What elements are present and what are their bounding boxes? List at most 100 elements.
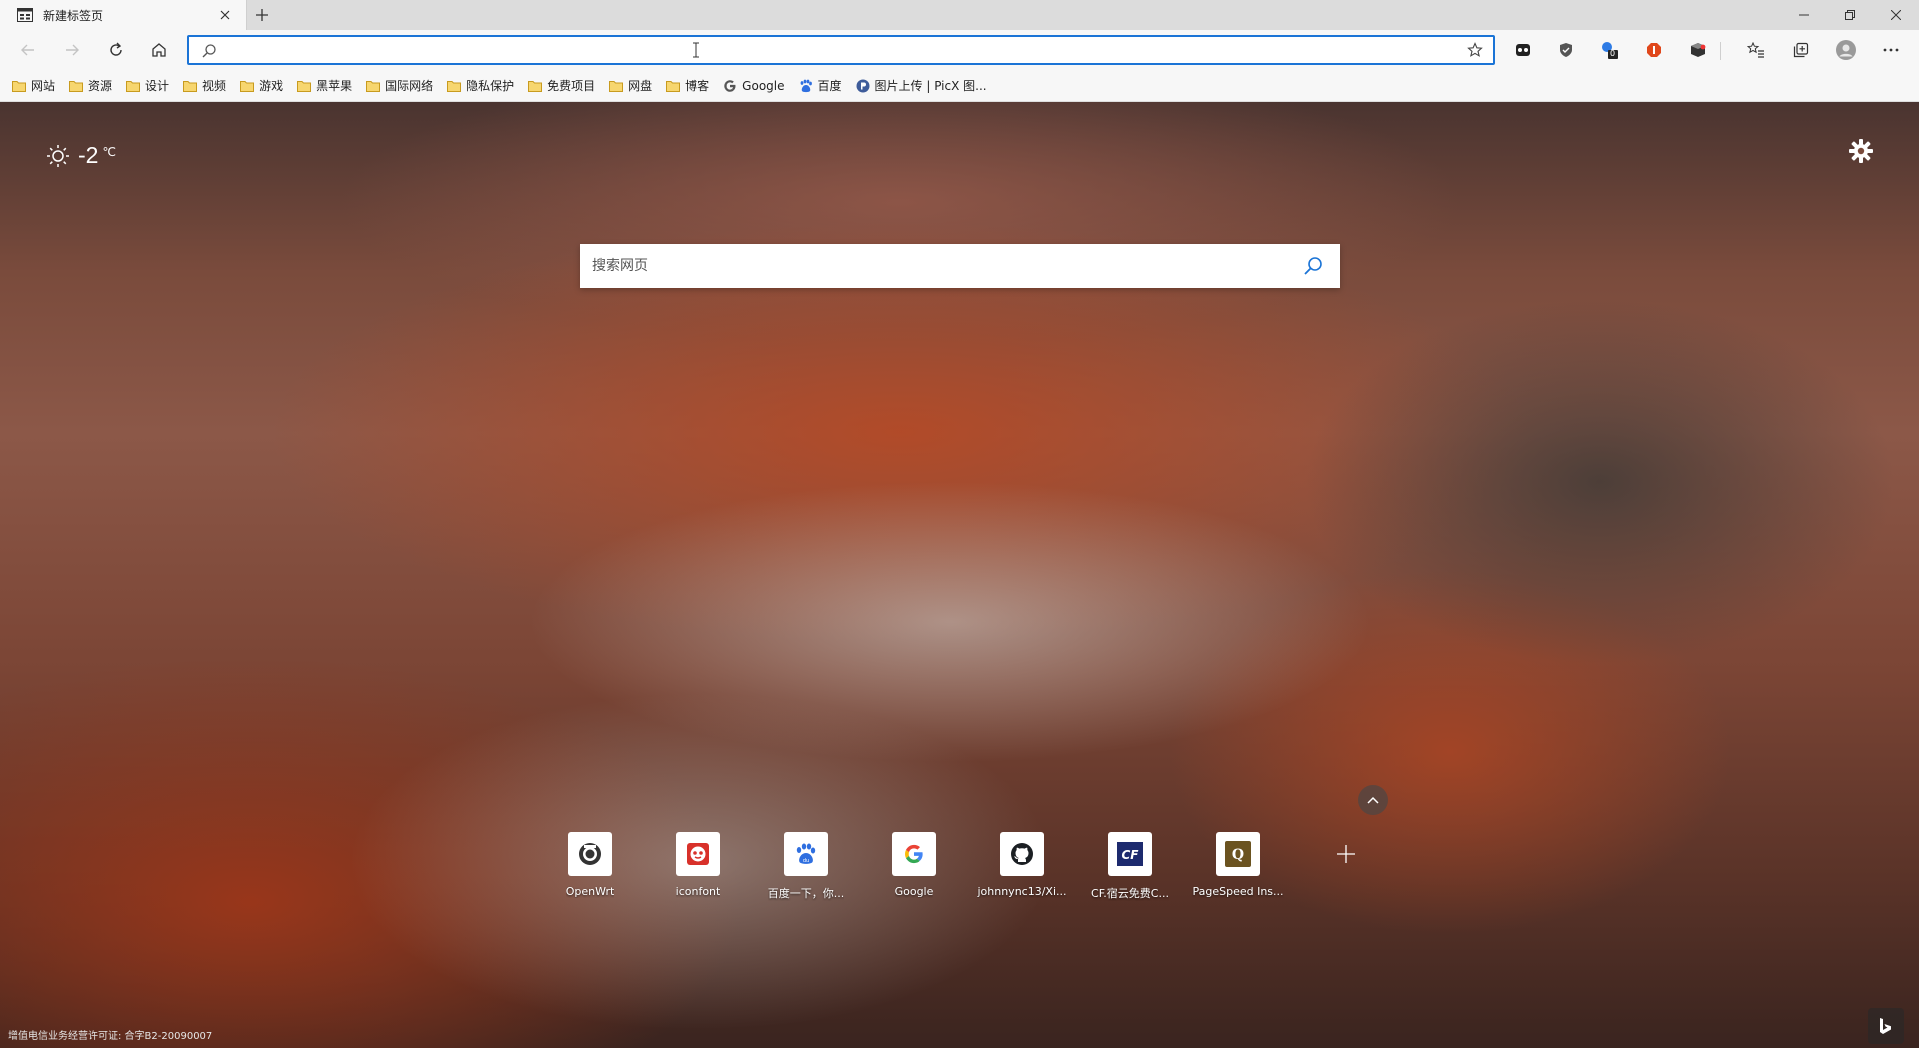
favorites-button[interactable] — [1745, 39, 1767, 61]
folder-icon — [69, 80, 88, 92]
bookmark-label: 免费项目 — [547, 79, 596, 93]
quick-link[interactable]: OpenWrt — [536, 832, 644, 901]
weather-widget[interactable]: -2 ℃ — [46, 142, 116, 169]
forward-button[interactable] — [60, 38, 84, 62]
folder-icon — [297, 80, 316, 92]
bookmarks-bar: 网站 资源 设计 视频 游戏 黑苹果 国际网络 隐私保护 免费项目 网盘 博客 Google 百度 图片上… — [0, 70, 1919, 102]
new-tab-page-icon — [17, 8, 33, 22]
quick-link-label: Google — [894, 885, 934, 898]
sun-icon — [47, 144, 69, 167]
bookmark-item[interactable]: 隐私保护 — [447, 77, 514, 94]
quick-link[interactable]: Google — [860, 832, 968, 901]
search-icon[interactable] — [1302, 255, 1324, 277]
extension-badge-button[interactable]: 0 — [1598, 39, 1620, 61]
quick-link[interactable]: du 百度一下，你... — [752, 832, 860, 901]
iconfont-icon — [676, 832, 720, 876]
quick-link[interactable]: CF CF.宿云免费C... — [1076, 832, 1184, 901]
text-cursor-icon — [693, 42, 699, 58]
svg-text:CF: CF — [1121, 848, 1139, 862]
avatar-icon — [1836, 40, 1856, 60]
google-icon — [723, 79, 742, 93]
tab-title: 新建标签页 — [43, 8, 104, 23]
arrow-right-icon — [66, 44, 79, 56]
bookmark-item[interactable]: 网站 — [12, 77, 55, 94]
bookmark-item[interactable]: 博客 — [666, 77, 709, 94]
web-search-box[interactable] — [580, 244, 1340, 288]
picx-icon — [856, 79, 875, 93]
folder-icon — [366, 80, 385, 92]
page-settings-button[interactable] — [1848, 138, 1874, 164]
close-tab-icon[interactable] — [216, 6, 234, 24]
bookmark-item[interactable]: 国际网络 — [366, 77, 433, 94]
stop-sign-icon — [1647, 43, 1661, 57]
close-window-button[interactable] — [1873, 0, 1919, 30]
bookmark-item[interactable]: 资源 — [69, 77, 112, 94]
quick-link-label: iconfont — [675, 885, 721, 898]
minimize-button[interactable] — [1781, 0, 1827, 30]
arrow-left-icon — [21, 44, 34, 56]
extension-bitwarden-button[interactable] — [1512, 39, 1534, 61]
extension-shield-button[interactable] — [1555, 39, 1577, 61]
refresh-button[interactable] — [104, 38, 128, 62]
web-search-input[interactable] — [590, 244, 1270, 288]
bookmark-label: 视频 — [202, 79, 227, 93]
folder-icon — [126, 80, 145, 92]
extension-cube-button[interactable] — [1687, 39, 1709, 61]
bookmark-item[interactable]: 黑苹果 — [297, 77, 352, 94]
tab-new-tab-page[interactable]: 新建标签页 — [0, 0, 247, 30]
bookmark-label: 博客 — [685, 79, 710, 93]
folder-icon — [183, 80, 202, 92]
svg-text:Q: Q — [1232, 847, 1244, 863]
search-icon — [202, 44, 216, 58]
bookmark-item[interactable]: 视频 — [183, 77, 226, 94]
bookmark-item[interactable]: 图片上传 | PicX 图... — [856, 77, 987, 94]
collapse-quicklinks-button[interactable] — [1358, 785, 1388, 815]
bookmark-item[interactable]: 游戏 — [240, 77, 283, 94]
quick-link-label: johnnync13/Xi... — [977, 885, 1067, 898]
tab-strip: 新建标签页 — [0, 0, 1919, 30]
bookmark-item[interactable]: 免费项目 — [528, 77, 595, 94]
extension-mask-icon — [1516, 44, 1530, 56]
quick-link-label: PageSpeed Ins... — [1192, 885, 1284, 898]
baidu-icon: du — [784, 832, 828, 876]
folder-icon — [12, 80, 31, 92]
address-bar[interactable] — [187, 35, 1495, 65]
baidu-icon — [799, 79, 818, 93]
restore-button[interactable] — [1827, 0, 1873, 30]
bookmark-label: 设计 — [145, 79, 170, 93]
add-quick-link-button[interactable] — [1324, 832, 1368, 876]
bookmark-label: 网盘 — [628, 79, 653, 93]
bookmark-label: 国际网络 — [385, 79, 434, 93]
extension-badge-count: 0 — [1610, 49, 1616, 58]
collections-button[interactable] — [1790, 39, 1812, 61]
address-input[interactable] — [227, 39, 1427, 61]
favorite-star-icon[interactable] — [1467, 42, 1483, 58]
bookmark-item[interactable]: 百度 — [799, 77, 842, 94]
folder-icon — [609, 80, 628, 92]
quick-link-label: CF.宿云免费C... — [1091, 887, 1169, 900]
collections-icon — [1793, 42, 1809, 58]
folder-icon — [240, 80, 259, 92]
settings-more-button[interactable] — [1880, 39, 1902, 61]
bookmark-item[interactable]: 网盘 — [609, 77, 652, 94]
google-icon — [892, 832, 936, 876]
profile-button[interactable] — [1835, 39, 1857, 61]
quick-link[interactable]: johnnync13/Xi... — [968, 832, 1076, 901]
bookmark-item[interactable]: Google — [723, 79, 785, 93]
bookmark-item[interactable]: 设计 — [126, 77, 169, 94]
license-text: 增值电信业务经营许可证: 合字B2-20090007 — [8, 1031, 213, 1042]
plus-icon — [1337, 845, 1355, 863]
cf-icon: CF — [1108, 832, 1152, 876]
bing-button[interactable] — [1868, 1008, 1904, 1044]
extension-adblock-button[interactable] — [1643, 39, 1665, 61]
bookmark-label: 资源 — [88, 79, 113, 93]
quick-link-label: 百度一下，你... — [767, 887, 845, 900]
back-button[interactable] — [16, 38, 40, 62]
home-button[interactable] — [147, 38, 171, 62]
new-tab-button[interactable] — [252, 5, 272, 25]
quick-link[interactable]: Q PageSpeed Ins... — [1184, 832, 1292, 901]
bookmark-label: 游戏 — [259, 79, 284, 93]
more-horizontal-icon — [1883, 48, 1899, 52]
weather-temperature: -2 — [78, 142, 99, 168]
quick-link[interactable]: iconfont — [644, 832, 752, 901]
